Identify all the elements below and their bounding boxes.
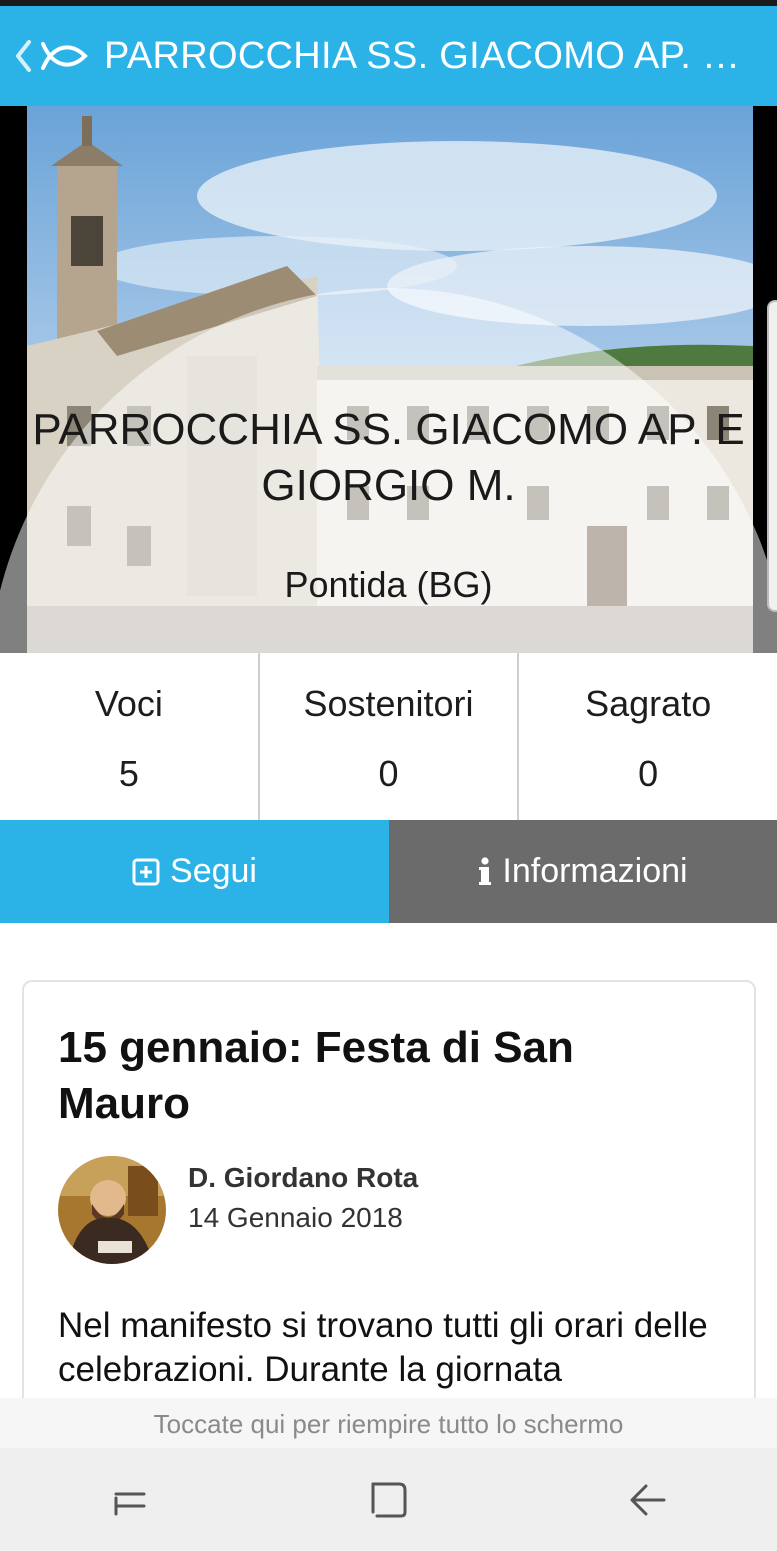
recent-apps-icon[interactable] [100, 1470, 160, 1530]
stat-label: Sagrato [585, 683, 712, 724]
stat-label: Sostenitori [303, 683, 474, 724]
follow-button[interactable]: Segui [0, 820, 389, 923]
parish-header: PARROCCHIA SS. GIACOMO AP. E GIORGIO M. … [0, 106, 777, 653]
back-arrow-icon[interactable] [618, 1470, 678, 1530]
stat-value: 0 [638, 753, 659, 794]
system-navigation-bar [0, 1448, 777, 1551]
parish-location: Pontida (BG) [284, 564, 493, 605]
back-chevron-icon[interactable] [0, 6, 36, 106]
stat-value: 5 [118, 753, 139, 794]
author-avatar[interactable] [58, 1156, 166, 1264]
follow-button-label: Segui [170, 852, 257, 890]
app-bar-title: PARROCCHIA SS. GIACOMO AP. E GI... [104, 34, 777, 77]
stat-label: Voci [94, 683, 163, 724]
app-bar: PARROCCHIA SS. GIACOMO AP. E GI... [0, 6, 777, 106]
edge-panel-handle[interactable] [767, 300, 777, 612]
home-icon[interactable] [359, 1470, 419, 1530]
news-post-card[interactable]: 15 gennaio: Festa di San Mauro D. Giorda… [22, 980, 756, 1460]
stats-bar: Voci 5 Sostenitori 0 Sagrato 0 [0, 653, 777, 820]
stat-value: 0 [378, 753, 399, 794]
info-button[interactable]: Informazioni [389, 820, 777, 923]
plus-square-icon [132, 858, 160, 886]
parish-name: PARROCCHIA SS. GIACOMO AP. E GIORGIO M. [32, 405, 745, 510]
stat-sagrato[interactable]: Sagrato 0 [519, 653, 777, 820]
post-body: Nel manifesto si trovano tutti gli orari… [58, 1306, 708, 1389]
fish-icon[interactable] [36, 6, 92, 106]
info-button-label: Informazioni [502, 852, 688, 890]
info-icon [478, 856, 492, 887]
fullscreen-hint[interactable]: Toccate qui per riempire tutto lo scherm… [0, 1398, 777, 1448]
post-date: 14 Gennaio 2018 [188, 1202, 403, 1233]
post-title[interactable]: 15 gennaio: Festa di San Mauro [58, 1020, 718, 1132]
stat-sostenitori[interactable]: Sostenitori 0 [260, 653, 520, 820]
action-bar: Segui Informazioni [0, 820, 777, 923]
stat-voci[interactable]: Voci 5 [0, 653, 260, 820]
post-author[interactable]: D. Giordano Rota [188, 1162, 418, 1194]
